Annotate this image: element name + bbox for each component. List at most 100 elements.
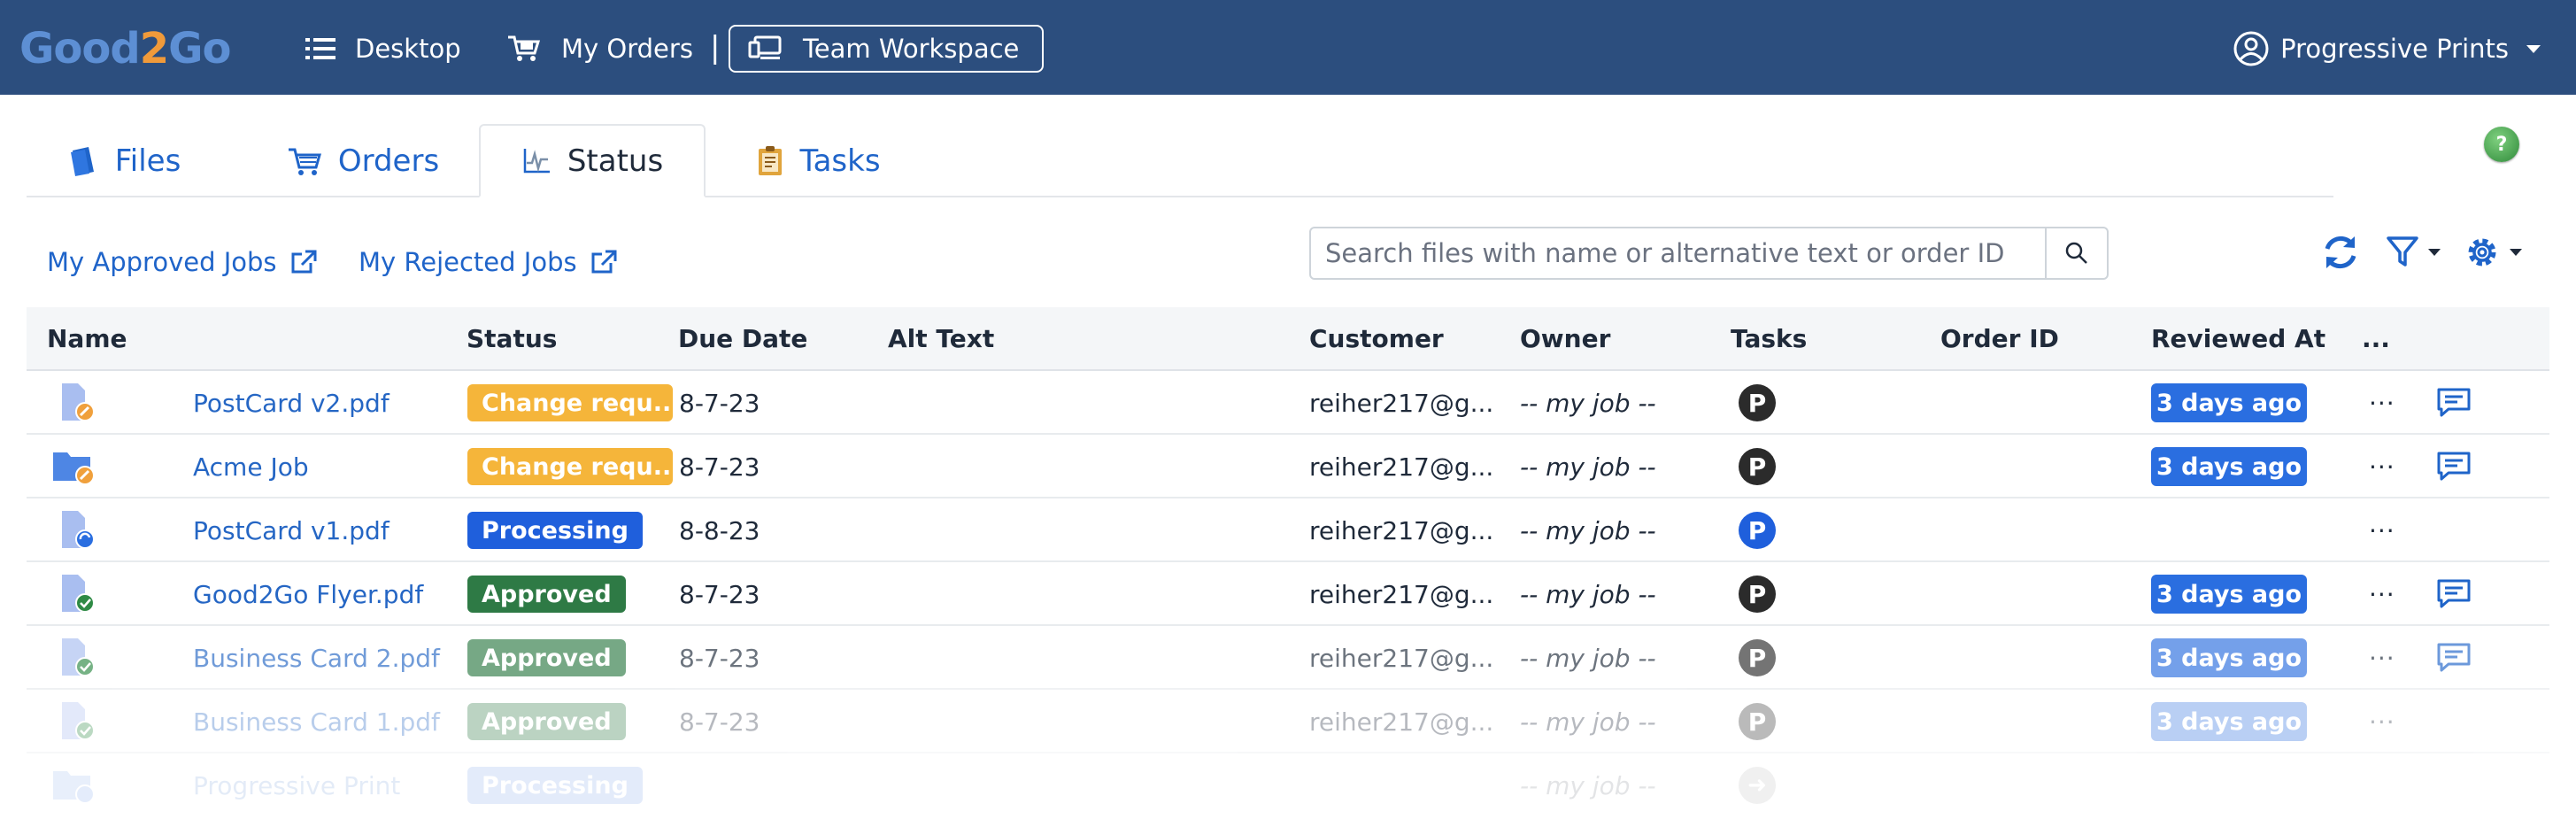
column-reviewed-at[interactable]: Reviewed At: [2151, 307, 2325, 371]
nav-desktop[interactable]: Desktop: [305, 25, 461, 73]
my-approved-jobs-label: My Approved Jobs: [47, 247, 277, 277]
external-link-icon: [591, 250, 617, 274]
status-badge[interactable]: Processing: [467, 512, 643, 549]
owner-value[interactable]: -- my job --: [1520, 626, 1656, 690]
nav-my-orders[interactable]: My Orders: [506, 25, 693, 73]
nav-team-workspace-label: Team Workspace: [803, 34, 1020, 64]
refresh-button[interactable]: [2321, 232, 2360, 273]
task-status-icon[interactable]: P: [1739, 639, 1776, 676]
status-cell: Approved: [467, 626, 626, 690]
account-menu[interactable]: Progressive Prints: [2233, 25, 2541, 73]
nav-separator: |: [710, 30, 721, 66]
task-status-icon[interactable]: P: [1739, 512, 1776, 549]
column-tasks[interactable]: Tasks: [1731, 307, 1807, 371]
chevron-down-icon: [2428, 249, 2441, 256]
list-icon: [305, 38, 335, 59]
filter-button[interactable]: [2386, 232, 2441, 273]
reviewed-cell: 3 days ago: [2151, 626, 2307, 690]
help-icon[interactable]: ?: [2484, 127, 2519, 162]
table-row[interactable]: PostCard v2.pdf Change requ... 8-7-23 re…: [27, 371, 2549, 435]
comment-icon[interactable]: [2436, 626, 2472, 690]
task-status-icon[interactable]: P: [1739, 448, 1776, 485]
tab-orders-label: Orders: [337, 143, 440, 179]
column-order-id[interactable]: Order ID: [1940, 307, 2059, 371]
comment-icon[interactable]: [2436, 371, 2472, 435]
column-customer[interactable]: Customer: [1309, 307, 1444, 371]
file-name[interactable]: Good2Go Flyer.pdf: [193, 562, 423, 626]
my-rejected-jobs-link[interactable]: My Rejected Jobs: [359, 244, 618, 280]
table-row[interactable]: Acme Job Change requ... 8-7-23 reiher217…: [27, 435, 2549, 498]
search-button[interactable]: [2045, 228, 2107, 278]
nav-my-orders-label: My Orders: [561, 34, 693, 64]
task-status-icon[interactable]: P: [1739, 576, 1776, 613]
clipboard-icon: [759, 145, 783, 175]
owner-value[interactable]: -- my job --: [1520, 753, 1656, 817]
table-row[interactable]: Business Card 1.pdf Approved 8-7-23 reih…: [27, 690, 2549, 753]
table-row[interactable]: PostCard v1.pdf Processing 8-8-23 reiher…: [27, 498, 2549, 562]
search-input[interactable]: [1311, 228, 2045, 278]
settings-button[interactable]: [2464, 232, 2522, 273]
comment-icon[interactable]: [2436, 435, 2472, 498]
folder-processing-icon: [51, 753, 97, 817]
status-badge[interactable]: Approved: [467, 703, 626, 740]
owner-value[interactable]: -- my job --: [1520, 690, 1656, 753]
tab-tasks[interactable]: Tasks: [742, 124, 896, 197]
table-row[interactable]: Good2Go Flyer.pdf Approved 8-7-23 reiher…: [27, 562, 2549, 626]
status-badge[interactable]: Processing: [467, 767, 643, 804]
file-name[interactable]: Acme Job: [193, 435, 309, 498]
row-more-button[interactable]: ···: [2369, 626, 2395, 690]
row-more-button[interactable]: ···: [2369, 435, 2395, 498]
file-name[interactable]: PostCard v2.pdf: [193, 371, 389, 435]
status-cell: Approved: [467, 562, 626, 626]
task-status-icon[interactable]: P: [1739, 703, 1776, 740]
file-name[interactable]: PostCard v1.pdf: [193, 498, 389, 562]
tab-files-label: Files: [114, 143, 181, 179]
column-alt-text[interactable]: Alt Text: [888, 307, 994, 371]
file-approved-icon: [58, 690, 97, 753]
status-badge[interactable]: Approved: [467, 639, 626, 676]
customer-email: reiher217@g...: [1309, 452, 1494, 482]
file-name[interactable]: Business Card 1.pdf: [193, 690, 440, 753]
task-cell: ➜: [1739, 753, 1776, 817]
owner-value[interactable]: -- my job --: [1520, 562, 1656, 626]
reviewed-badge: 3 days ago: [2151, 383, 2307, 422]
column-owner[interactable]: Owner: [1520, 307, 1610, 371]
status-cell: Approved: [467, 690, 626, 753]
table-row[interactable]: Business Card 2.pdf Approved 8-7-23 reih…: [27, 626, 2549, 690]
table-row[interactable]: Progressive Print Processing -- my job -…: [27, 753, 2549, 817]
arrow-right-icon[interactable]: ➜: [1739, 767, 1776, 804]
my-approved-jobs-link[interactable]: My Approved Jobs: [47, 244, 318, 280]
tab-files[interactable]: Files: [58, 124, 191, 197]
reviewed-cell: 3 days ago: [2151, 562, 2307, 626]
due-date: 8-7-23: [679, 388, 760, 418]
workspace-icon: [748, 35, 782, 59]
status-badge[interactable]: Change requ...: [467, 384, 673, 421]
owner-value[interactable]: -- my job --: [1520, 498, 1656, 562]
reviewed-badge: 3 days ago: [2151, 638, 2307, 677]
comment-icon[interactable]: [2436, 562, 2472, 626]
tab-orders[interactable]: Orders: [283, 124, 443, 197]
owner-value[interactable]: -- my job --: [1520, 435, 1656, 498]
file-name[interactable]: Business Card 2.pdf: [193, 626, 440, 690]
task-status-icon[interactable]: P: [1739, 384, 1776, 421]
task-cell: P: [1739, 562, 1776, 626]
good2go-logo[interactable]: Good2Go: [19, 25, 232, 73]
column-status[interactable]: Status: [467, 307, 557, 371]
status-badge[interactable]: Approved: [467, 576, 626, 613]
status-cell: Processing: [467, 753, 643, 817]
file-name[interactable]: Progressive Print: [193, 753, 400, 817]
row-more-button[interactable]: ···: [2369, 690, 2395, 753]
search-icon: [2065, 242, 2087, 264]
row-more-button[interactable]: ···: [2369, 498, 2395, 562]
reviewed-badge: 3 days ago: [2151, 447, 2307, 486]
nav-team-workspace[interactable]: Team Workspace: [729, 25, 1045, 73]
row-more-button[interactable]: ···: [2369, 562, 2395, 626]
due-date: 8-8-23: [679, 515, 760, 545]
column-name[interactable]: Name: [47, 307, 127, 371]
row-more-button[interactable]: ···: [2369, 371, 2395, 435]
status-badge[interactable]: Change requ...: [467, 448, 673, 485]
column-more[interactable]: ...: [2362, 307, 2390, 371]
tab-status[interactable]: Status: [479, 124, 706, 197]
column-due-date[interactable]: Due Date: [678, 307, 807, 371]
owner-value[interactable]: -- my job --: [1520, 371, 1656, 435]
